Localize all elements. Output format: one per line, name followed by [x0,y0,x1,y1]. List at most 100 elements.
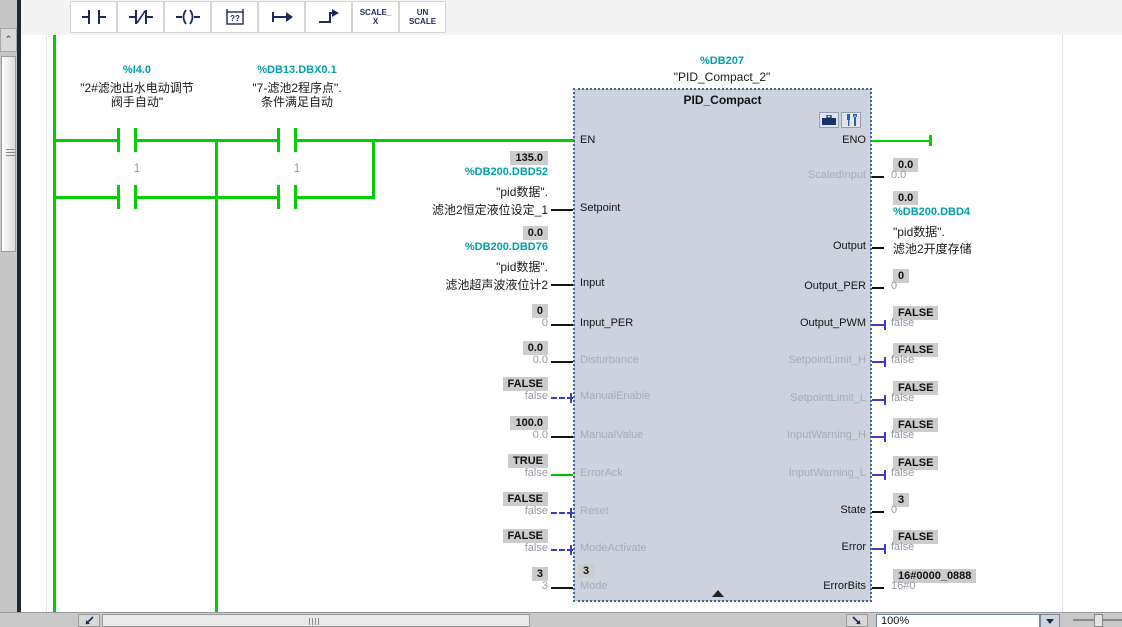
vertical-scrollbar[interactable]: ⌃ [0,0,17,627]
monitor-box-Setpoint[interactable]: 135.0 [510,151,548,165]
zoom-slider-handle[interactable] [1094,614,1103,627]
horizontal-scrollbar-thumb[interactable] [102,614,530,627]
toolbox-icon [822,115,836,126]
operand-address[interactable]: %DB200.DBD76 [290,241,548,255]
bool-connection-line [872,324,884,326]
toolbar-button-open-branch[interactable] [258,1,305,33]
contact-comment: 条件满足自动 [197,93,397,107]
operand-name[interactable]: 滤池2开度存储 [893,240,1113,254]
pid-compact-block[interactable]: PID_Compact [575,90,870,600]
zoom-dropdown-button[interactable] [1040,614,1060,627]
operand-value-ErrorAck[interactable]: false [290,467,548,481]
toolbar-button-insert-no-contact[interactable] [70,1,117,33]
monitor-box-ManualValue[interactable]: 100.0 [510,416,548,430]
no-contact[interactable] [113,126,143,154]
monitor-box-row: 0.0 [290,338,548,354]
operand-name[interactable]: "pid数据". [290,183,548,197]
operand-value-SetpointLimit_L[interactable]: false [891,392,1111,406]
mode-inner-monitor-box[interactable]: 3 [578,564,594,578]
toolbar-button-close-branch[interactable] [305,1,352,33]
monitor-box-row: 3 [290,564,548,580]
operand-value-ErrorBits[interactable]: 16#0 [891,580,1111,594]
monitor-box-row: FALSE [290,489,548,505]
monitor-box-Mode[interactable]: 3 [532,567,548,581]
bool-connection-tick [884,544,886,554]
zoom-level-combobox[interactable]: 100% [876,614,1040,627]
monitor-box-row: 135.0 [290,148,548,164]
eno-line-end-tick [929,135,932,146]
toolbox-icon[interactable] [819,112,839,128]
operand-value-Reset[interactable]: false [290,505,548,519]
operand-value-State[interactable]: 0 [891,504,1111,518]
operand-name[interactable]: 滤池2恒定液位设定_1 [290,201,548,215]
ladder-canvas: %I4.0"2#滤池出水电动调节阀手自动"1%DB13.DBX0.1"7-滤池2… [21,35,1122,612]
lad-instruction-toolbar: ?? SCALE_ XUN SCALE [21,0,1122,36]
operand-value-Input_PER[interactable]: 0 [290,317,548,331]
operand-name[interactable]: 滤池超声波液位计2 [290,276,548,290]
contact-address[interactable]: %DB13.DBX0.1 [197,64,397,78]
connection-line [872,176,884,178]
block-title: PID_Compact [575,93,870,107]
operand-value-Output_PER[interactable]: 0 [891,280,1111,294]
commissioning-icon[interactable] [841,112,861,128]
operand-name[interactable]: "pid数据". [893,223,1113,237]
bool-connection-line [872,548,884,550]
bool-connection-tick [884,357,886,367]
operand-address[interactable]: %DB200.DBD52 [290,166,548,180]
monitor-box-row: 100.0 [290,413,548,429]
toolbar-button-scale-x[interactable]: SCALE_ X [352,1,399,33]
bool-connection-line [872,361,884,363]
branch-vertical-line [215,139,218,612]
operand-name[interactable]: "pid数据". [290,258,548,272]
toolbar-button-insert-empty-box[interactable]: ?? [211,1,258,33]
block-db-address[interactable]: %DB207 [572,55,872,69]
monitor-box-ManualEnable[interactable]: FALSE [503,377,548,391]
svg-text:??: ?? [230,14,240,23]
scroll-left-button[interactable] [78,614,100,627]
operand-address[interactable]: %DB200.DBD4 [893,206,1113,220]
operand-value-InputWarning_H[interactable]: false [891,429,1111,443]
bool-connection-tick [884,320,886,330]
monitor-box-row: FALSE [290,374,548,390]
operand-value-Error[interactable]: false [891,541,1111,555]
scroll-up-button[interactable]: ⌃ [0,28,17,52]
grip-icon [309,618,310,625]
bool-connection-tick [884,432,886,442]
monitor-box-ErrorAck[interactable]: TRUE [508,454,548,468]
operand-value-ModeActivate[interactable]: false [290,542,548,556]
toolbar-button-unscale[interactable]: UN SCALE [399,1,446,33]
operand-value-ManualValue[interactable]: 0.0 [290,429,548,443]
operand-value-Output_PWM[interactable]: false [891,317,1111,331]
contact-open-icon [81,7,107,27]
operand-value-ManualEnable[interactable]: false [290,390,548,404]
pin-label-Output: Output [640,240,866,254]
bool-connection-tick [570,545,572,555]
status-bar: 100% [0,612,1122,627]
monitor-box-row: 0.0 [893,188,1113,204]
operand-value-Disturbance[interactable]: 0.0 [290,354,548,368]
toolbar-button-insert-coil[interactable] [164,1,211,33]
monitor-box-Input_PER[interactable]: 0 [532,304,548,318]
connection-line [551,361,573,363]
pin-label-Error: Error [640,541,866,555]
vertical-scrollbar-thumb[interactable] [1,56,16,252]
monitor-box-Disturbance[interactable]: 0.0 [523,341,548,355]
contact-closed-icon [128,7,154,27]
monitor-box-Input[interactable]: 0.0 [523,226,548,240]
pin-label-ScaledInput: ScaledInput [640,169,866,183]
monitor-box-ModeActivate[interactable]: FALSE [503,529,548,543]
monitor-box-Reset[interactable]: FALSE [503,492,548,506]
operand-value-InputWarning_L[interactable]: false [891,467,1111,481]
connection-line [551,324,573,326]
pin-label-Output_PWM: Output_PWM [640,317,866,331]
monitor-box-Output[interactable]: 0.0 [893,191,918,205]
operand-value-SetpointLimit_H[interactable]: false [891,354,1111,368]
operand-value-Mode[interactable]: 3 [290,580,548,594]
block-instance-name[interactable]: "PID_Compact_2" [572,70,872,85]
bool-connection-tick [570,508,572,518]
pin-label-Setpoint: Setpoint [580,202,740,216]
no-contact[interactable] [113,183,143,211]
scroll-right-button[interactable] [846,614,868,627]
toolbar-button-insert-nc-contact[interactable] [117,1,164,33]
operand-value-ScaledInput[interactable]: 0.0 [891,169,1111,183]
